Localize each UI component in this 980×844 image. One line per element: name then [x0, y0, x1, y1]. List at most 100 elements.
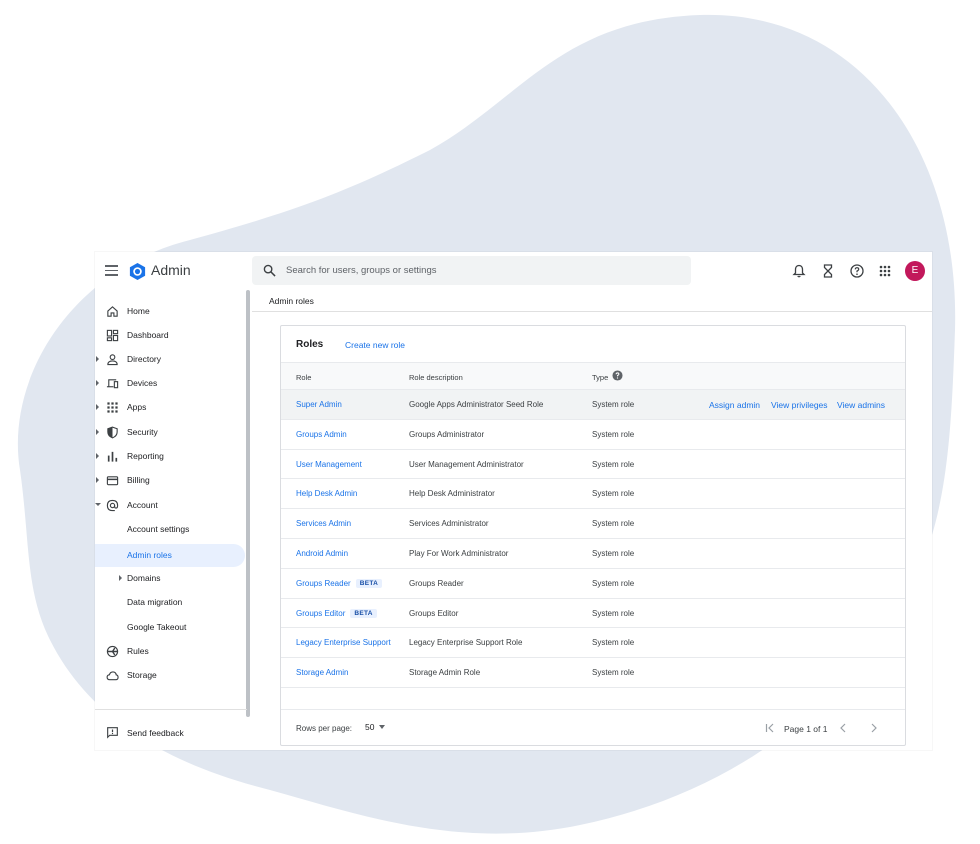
sidebar-item-label: Dashboard — [127, 330, 169, 340]
sidebar-item-admin-roles[interactable]: Admin roles — [95, 544, 245, 567]
next-page-icon[interactable] — [868, 722, 880, 734]
sidebar-item-devices[interactable]: Devices — [95, 372, 245, 395]
view-admins-link[interactable]: View admins — [837, 400, 885, 410]
sidebar-scrollbar[interactable] — [246, 290, 250, 717]
chevron-right-icon[interactable] — [96, 477, 99, 483]
role-name-link[interactable]: Groups Editor BETA — [296, 608, 377, 618]
menu-icon[interactable] — [105, 265, 118, 276]
cloud-icon — [106, 671, 119, 681]
dashboard-icon — [106, 329, 119, 342]
table-row[interactable]: Android Admin Play For Work Administrato… — [281, 539, 905, 569]
breadcrumb: Admin roles — [269, 296, 314, 306]
role-description: Legacy Enterprise Support Role — [409, 638, 523, 648]
chevron-right-icon[interactable] — [96, 380, 99, 386]
sidebar-item-security[interactable]: Security — [95, 421, 245, 444]
sidebar-item-label: Devices — [127, 378, 158, 388]
sidebar-item-label: Billing — [127, 475, 150, 485]
bell-icon[interactable] — [791, 263, 807, 279]
help-icon[interactable] — [849, 263, 865, 279]
sidebar-item-dashboard[interactable]: Dashboard — [95, 324, 245, 347]
chevron-right-icon[interactable] — [96, 356, 99, 362]
sidebar-item-label: Domains — [127, 573, 161, 583]
search-input[interactable] — [286, 261, 676, 280]
role-name-link[interactable]: Storage Admin — [296, 668, 348, 677]
caret-down-icon — [379, 725, 386, 729]
role-description: Groups Reader — [409, 578, 464, 588]
role-name-link[interactable]: Android Admin — [296, 549, 348, 558]
apps-grid-icon[interactable] — [877, 263, 893, 279]
send-feedback-button[interactable]: Send feedback — [95, 722, 245, 744]
sidebar-item-label: Data migration — [127, 597, 183, 607]
role-name-link[interactable]: Services Admin — [296, 519, 351, 528]
role-description: Google Apps Administrator Seed Role — [409, 400, 544, 409]
sidebar-divider — [95, 709, 247, 710]
column-header-role[interactable]: Role — [296, 373, 311, 382]
table-row[interactable]: Services Admin Services Administrator Sy… — [281, 509, 905, 539]
sidebar-item-apps[interactable]: Apps — [95, 396, 245, 419]
role-type: System role — [592, 638, 635, 648]
sidebar-item-account[interactable]: Account — [95, 494, 245, 517]
sidebar-item-label: Home — [127, 306, 150, 316]
role-description: User Management Administrator — [409, 459, 524, 469]
table-row[interactable]: Super Admin Google Apps Administrator Se… — [281, 390, 905, 420]
roles-card: Roles Create new role Role Role descript… — [280, 325, 906, 746]
role-description: Services Administrator — [409, 519, 489, 529]
column-header-description[interactable]: Role description — [409, 373, 463, 382]
rows-per-page-select[interactable]: 50 — [365, 722, 386, 732]
sidebar-item-label: Rules — [127, 646, 149, 656]
sidebar-item-rules[interactable]: Rules — [95, 640, 245, 663]
role-name-link[interactable]: Super Admin — [296, 400, 342, 409]
role-description: Help Desk Administrator — [409, 489, 495, 499]
sidebar-item-account-settings[interactable]: Account settings — [95, 518, 245, 541]
sidebar-item-billing[interactable]: Billing — [95, 469, 245, 492]
table-row[interactable]: Groups Reader BETA Groups Reader System r… — [281, 569, 905, 599]
role-name-link[interactable]: Groups Reader BETA — [296, 578, 383, 588]
role-description: Groups Administrator — [409, 429, 485, 439]
assign-admin-link[interactable]: Assign admin — [709, 400, 760, 410]
sidebar-item-domains[interactable]: Domains — [95, 567, 245, 590]
table-row[interactable]: Legacy Enterprise Support Legacy Enterpr… — [281, 628, 905, 659]
role-type: System role — [592, 459, 635, 469]
sidebar-item-google-takeout[interactable]: Google Takeout — [95, 616, 245, 639]
search-icon — [263, 264, 276, 277]
column-header-type[interactable]: Type — [592, 373, 608, 382]
apps-grid-icon — [107, 402, 118, 413]
table-row[interactable]: User Management User Management Administ… — [281, 450, 905, 480]
avatar[interactable]: E — [905, 261, 925, 281]
help-icon[interactable] — [612, 370, 623, 381]
first-page-icon[interactable] — [764, 722, 776, 734]
search-bar[interactable] — [252, 256, 691, 285]
sidebar: Home Dashboard Directory Devices Apps Se… — [95, 290, 250, 750]
view-privileges-link[interactable]: View privileges — [771, 400, 828, 410]
credit-card-icon — [106, 476, 119, 486]
table-row[interactable]: Groups Editor BETA Groups Editor System r… — [281, 599, 905, 629]
hourglass-icon[interactable] — [820, 263, 836, 279]
sidebar-item-directory[interactable]: Directory — [95, 348, 245, 371]
table-row[interactable]: Storage Admin Storage Admin Role System … — [281, 658, 905, 688]
sidebar-item-label: Security — [127, 427, 158, 437]
chevron-right-icon[interactable] — [119, 575, 122, 581]
create-new-role-link[interactable]: Create new role — [345, 340, 405, 350]
sidebar-item-data-migration[interactable]: Data migration — [95, 591, 245, 614]
role-type: System role — [592, 400, 635, 409]
sidebar-item-storage[interactable]: Storage — [95, 664, 245, 687]
table-row[interactable]: Help Desk Admin Help Desk Administrator … — [281, 479, 905, 510]
chevron-right-icon[interactable] — [96, 453, 99, 459]
sidebar-item-home[interactable]: Home — [95, 300, 245, 323]
chevron-right-icon[interactable] — [96, 429, 99, 435]
chevron-right-icon[interactable] — [96, 404, 99, 410]
role-name-link[interactable]: Legacy Enterprise Support — [296, 638, 391, 647]
role-type: System role — [592, 608, 635, 618]
sidebar-item-reporting[interactable]: Reporting — [95, 445, 245, 468]
home-icon — [107, 306, 118, 317]
role-name-link[interactable]: User Management — [296, 460, 362, 469]
role-name-link[interactable]: Help Desk Admin — [296, 489, 357, 498]
role-type: System role — [592, 429, 635, 439]
role-type: System role — [592, 548, 635, 558]
bar-chart-icon — [107, 451, 118, 462]
devices-icon — [106, 379, 119, 389]
role-name-link[interactable]: Groups Admin — [296, 430, 347, 439]
chevron-down-icon[interactable] — [95, 503, 101, 506]
table-row[interactable]: Groups Admin Groups Administrator System… — [281, 420, 905, 450]
previous-page-icon[interactable] — [837, 722, 849, 734]
